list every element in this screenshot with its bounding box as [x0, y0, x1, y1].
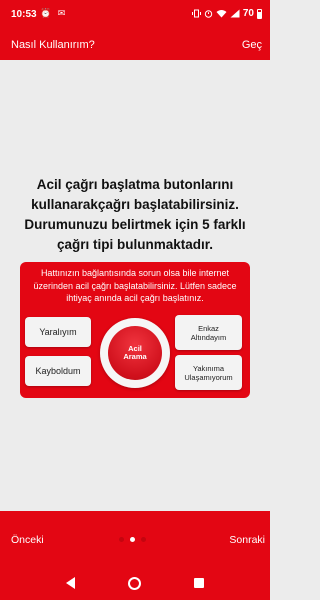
under-rubble-label-line1: Enkaz — [198, 323, 219, 333]
wifi-icon — [216, 10, 227, 18]
page-dot — [130, 537, 135, 542]
system-nav-bar — [0, 569, 270, 600]
skip-button[interactable]: Geç — [242, 39, 262, 51]
intro-text: Acil çağrı başlatma butonlarını kullanar… — [24, 177, 246, 252]
battery-level: 70 — [242, 8, 254, 19]
emergency-call-button[interactable]: Acil Arama — [100, 318, 170, 388]
cannot-reach-relative-button[interactable]: Yakınıma Ulaşamıyorum — [175, 355, 242, 390]
home-icon[interactable] — [128, 577, 141, 590]
signal-icon — [230, 9, 240, 18]
status-time: 10:53 — [11, 9, 37, 20]
alarm-icon — [204, 10, 213, 18]
page-dot — [141, 537, 146, 542]
card-description: Hattınızın bağlantısında sorun olsa bile… — [33, 268, 237, 303]
cannot-reach-label: Yakınıma Ulaşamıyorum — [184, 364, 232, 382]
page-title: Nasıl Kullanırım? — [11, 39, 95, 51]
injured-button[interactable]: Yaralıyım — [25, 317, 91, 347]
under-rubble-label: Enkaz Altındayım — [191, 324, 226, 342]
emergency-call-inner: Acil Arama — [108, 326, 162, 380]
status-bar: 10:53 ⏰ ✉ 70 — [0, 0, 270, 32]
under-rubble-label-line2: Altındayım — [190, 332, 227, 342]
cannot-reach-label-line1: Yakınıma — [192, 363, 225, 373]
emergency-call-card: Hattınızın bağlantısında sorun olsa bile… — [20, 262, 250, 398]
app-header: Nasıl Kullanırım? Geç — [0, 32, 270, 60]
previous-button[interactable]: Önceki — [11, 534, 44, 546]
lost-button[interactable]: Kayboldum — [25, 356, 91, 386]
lost-label: Kayboldum — [35, 366, 81, 376]
onboarding-nav: Önceki Sonraki — [0, 511, 270, 569]
page-indicator — [119, 537, 146, 542]
back-icon[interactable] — [66, 577, 75, 589]
under-rubble-button[interactable]: Enkaz Altındayım — [175, 315, 242, 350]
battery-icon — [257, 8, 262, 19]
vibrate-icon — [191, 9, 201, 18]
cannot-reach-label-line2: Ulaşamıyorum — [184, 372, 233, 382]
status-icons: 70 — [191, 8, 262, 19]
next-button[interactable]: Sonraki — [229, 534, 265, 546]
recent-apps-icon[interactable] — [194, 578, 204, 588]
notification-icons: ⏰ ✉ — [40, 8, 68, 18]
page-dot — [119, 537, 124, 542]
emergency-label-line2: Arama — [123, 352, 147, 361]
injured-label: Yaralıyım — [39, 327, 77, 337]
